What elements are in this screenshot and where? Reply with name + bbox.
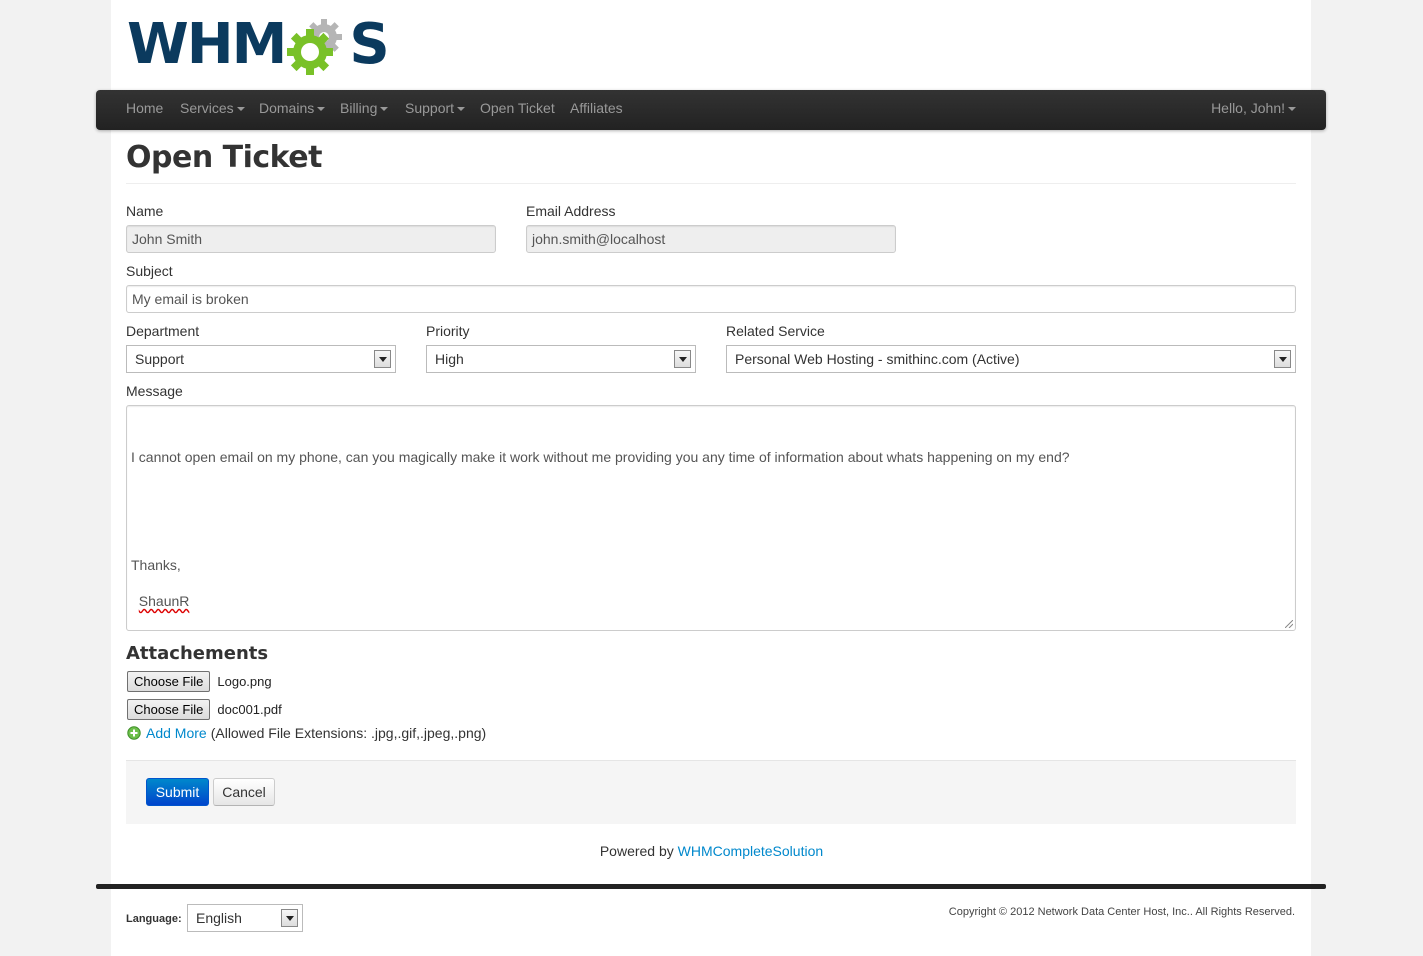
whmcs-logo[interactable]: WHM S — [127, 12, 390, 77]
page-title: Open Ticket — [126, 140, 323, 175]
nav-label: Services — [180, 100, 234, 116]
divider — [126, 183, 1296, 184]
choose-file-button[interactable]: Choose File — [127, 670, 211, 692]
powered-by-text: Powered by — [599, 843, 674, 859]
allowed-extensions-text: (Allowed File Extensions: .jpg,.gif,.jpe… — [210, 725, 487, 741]
dropdown-arrow-icon[interactable] — [281, 909, 298, 927]
priority-label: Priority — [426, 323, 470, 339]
message-label: Message — [126, 383, 183, 399]
language-label: Language: — [126, 913, 182, 925]
powered-by-link[interactable]: WHMCompleteSolution — [678, 843, 824, 859]
department-select[interactable]: Support — [126, 345, 396, 373]
attachments-title: Attachements — [126, 643, 269, 664]
caret-down-icon — [457, 107, 466, 112]
footer-bar — [96, 884, 1326, 889]
form-actions: Submit Cancel — [126, 760, 1296, 824]
submit-button[interactable]: Submit — [146, 778, 209, 806]
language-value: English — [196, 910, 242, 926]
logo-text-right: S — [349, 12, 389, 77]
file-input-row: Choose File doc001.pdf — [127, 698, 282, 720]
logo-text-left: WHM — [127, 12, 287, 77]
related-service-label: Related Service — [726, 323, 825, 339]
cancel-button[interactable]: Cancel — [213, 778, 275, 806]
nav-item-open-ticket[interactable]: Open Ticket — [480, 90, 555, 130]
email-field[interactable]: john.smith@localhost — [526, 225, 896, 253]
nav-item-support[interactable]: Support — [405, 90, 466, 130]
nav-label: Billing — [340, 100, 378, 116]
priority-value: High — [435, 351, 464, 367]
caret-down-icon — [380, 107, 389, 112]
nav-label: Open Ticket — [480, 100, 555, 116]
caret-down-icon — [1288, 107, 1296, 112]
main-navbar: Home Services Domains Billing Support Op… — [96, 90, 1326, 130]
department-value: Support — [135, 351, 185, 367]
resize-grip-icon[interactable] — [1285, 620, 1293, 628]
priority-select[interactable]: High — [426, 345, 696, 373]
add-more-link[interactable]: Add More — [146, 725, 207, 741]
add-more-row: Add More (Allowed File Extensions: .jpg,… — [127, 724, 486, 742]
nav-item-billing[interactable]: Billing — [340, 90, 389, 130]
name-label: Name — [126, 203, 164, 219]
logo-gear-icon — [287, 19, 343, 75]
selected-file-name: doc001.pdf — [217, 701, 282, 717]
message-line: Thanks, — [131, 557, 181, 573]
selected-file-name: Logo.png — [217, 673, 272, 689]
nav-label: Support — [405, 100, 455, 116]
caret-down-icon — [317, 107, 326, 112]
subject-label: Subject — [126, 263, 173, 279]
message-line: I cannot open email on my phone, can you… — [131, 449, 1070, 465]
nav-item-home[interactable]: Home — [126, 90, 163, 130]
language-select[interactable]: English — [187, 904, 303, 932]
user-menu[interactable]: Hello, John! — [1211, 90, 1296, 130]
subject-input[interactable]: My email is broken — [126, 285, 1296, 313]
dropdown-arrow-icon[interactable] — [1274, 350, 1291, 368]
choose-file-button[interactable]: Choose File — [127, 698, 211, 720]
dropdown-arrow-icon[interactable] — [374, 350, 391, 368]
related-service-select[interactable]: Personal Web Hosting - smithinc.com (Act… — [726, 345, 1296, 373]
department-label: Department — [126, 323, 200, 339]
nav-label: Domains — [259, 100, 315, 116]
add-circle-icon[interactable] — [127, 726, 141, 740]
nav-item-domains[interactable]: Domains — [259, 90, 326, 130]
message-line: ShaunR — [138, 593, 190, 609]
email-label: Email Address — [526, 203, 616, 219]
message-textarea[interactable]: I cannot open email on my phone, can you… — [126, 405, 1296, 631]
name-field[interactable]: John Smith — [126, 225, 496, 253]
file-input-row: Choose File Logo.png — [127, 670, 272, 692]
nav-item-affiliates[interactable]: Affiliates — [570, 90, 623, 130]
dropdown-arrow-icon[interactable] — [674, 350, 691, 368]
user-greeting: Hello, John! — [1211, 100, 1285, 116]
nav-label: Home — [126, 100, 164, 116]
related-service-value: Personal Web Hosting - smithinc.com (Act… — [735, 351, 1020, 367]
nav-label: Affiliates — [570, 100, 623, 116]
nav-item-services[interactable]: Services — [180, 90, 245, 130]
copyright-text: Copyright © 2012 Network Data Center Hos… — [948, 906, 1295, 918]
message-blank-line: ​ — [131, 502, 1291, 520]
powered-by: Powered by WHMCompleteSolution — [0, 843, 1423, 859]
caret-down-icon — [236, 107, 245, 112]
